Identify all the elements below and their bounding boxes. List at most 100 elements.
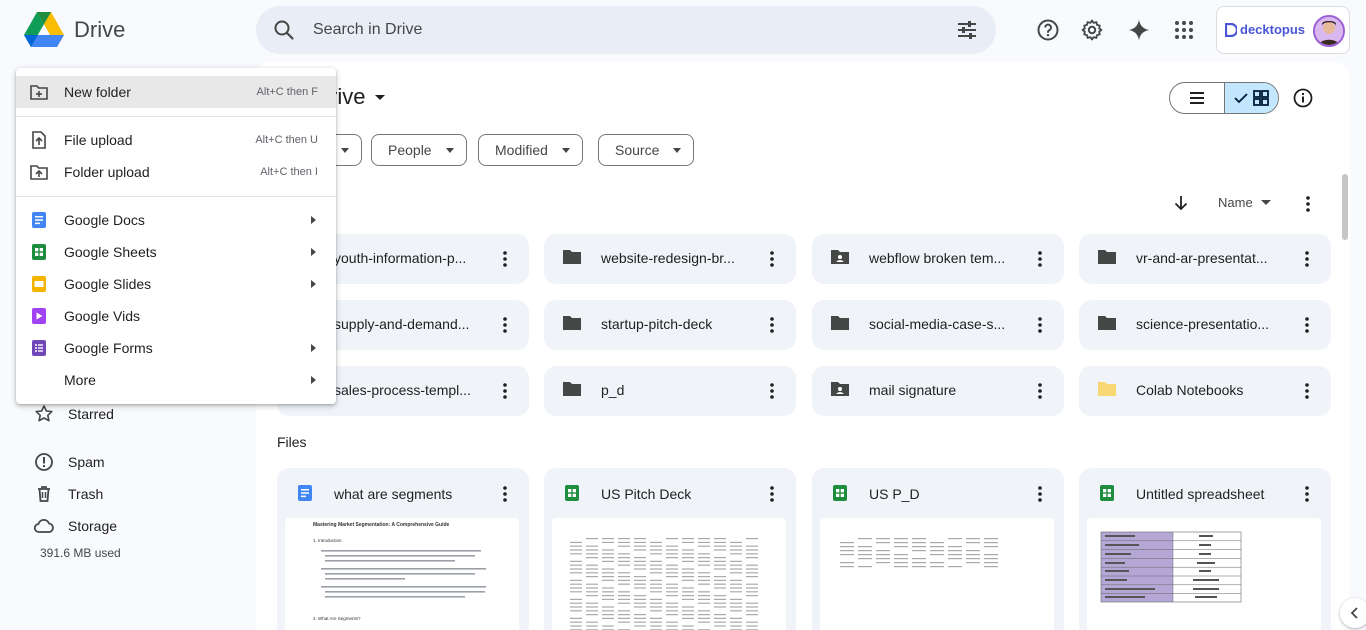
menu-item-google-sheets[interactable]: Google Sheets (16, 236, 336, 268)
account-switcher[interactable]: decktopus (1216, 6, 1350, 54)
more-vert-icon[interactable] (495, 249, 515, 274)
folder-name: website-redesign-br... (601, 250, 735, 266)
folder-name: startup-pitch-deck (601, 316, 713, 332)
file-thumbnail (820, 518, 1054, 630)
sparkle-icon (1128, 19, 1150, 41)
file-card[interactable]: US P_D (812, 468, 1064, 630)
scrollbar-thumb[interactable] (1342, 174, 1348, 240)
sidebar-item-starred[interactable]: Starred (32, 402, 114, 426)
file-name: US Pitch Deck (601, 486, 692, 502)
menu-item-google-vids[interactable]: Google Vids (16, 300, 336, 332)
chevron-down-icon (561, 147, 570, 153)
more-vert-icon[interactable] (1030, 315, 1050, 340)
folder-card[interactable]: social-media-case-s... (812, 300, 1064, 350)
filter-chip-people[interactable]: People (371, 134, 467, 166)
folder-card[interactable]: science-presentatio... (1079, 300, 1331, 350)
folder-name: p_d (601, 382, 625, 398)
folder-card[interactable]: vr-and-ar-presentat... (1079, 234, 1331, 284)
shared-folder-icon (830, 249, 850, 270)
sidebar-item-spam[interactable]: Spam (32, 450, 105, 474)
folder-card[interactable]: website-redesign-br... (544, 234, 796, 284)
folder-card[interactable]: webflow broken tem... (812, 234, 1064, 284)
menu-item-google-docs[interactable]: Google Docs (16, 204, 336, 236)
more-vert-icon[interactable] (495, 315, 515, 340)
folder-name: supply-and-demand... (334, 316, 470, 332)
chip-label: Modified (495, 142, 548, 158)
menu-item-shortcut: Alt+C then F (256, 86, 318, 98)
file-card[interactable]: Untitled spreadsheet (1079, 468, 1331, 630)
sidebar-item-storage[interactable]: Storage (32, 514, 117, 538)
more-vert-icon[interactable] (495, 484, 515, 509)
more-vert-icon[interactable] (495, 381, 515, 406)
folder-icon (562, 381, 582, 402)
gemini-button[interactable] (1123, 14, 1155, 46)
menu-item-new-folder[interactable]: New folder Alt+C then F (16, 76, 336, 108)
more-vert-icon[interactable] (762, 249, 782, 274)
more-vert-icon[interactable] (1297, 315, 1317, 340)
file-name: what are segments (334, 486, 453, 502)
chevron-down-icon (445, 147, 454, 153)
sort-by-button[interactable]: Name (1218, 195, 1271, 210)
settings-button[interactable] (1076, 14, 1108, 46)
grid-view-button[interactable] (1223, 83, 1278, 113)
more-vert-icon[interactable] (762, 484, 782, 509)
folder-name: mail signature (869, 382, 957, 398)
more-vert-icon[interactable] (1297, 381, 1317, 406)
folder-icon (830, 315, 850, 336)
side-panel-toggle-button[interactable] (1340, 598, 1366, 628)
more-vert-icon[interactable] (762, 381, 782, 406)
menu-item-label: Google Sheets (64, 244, 157, 260)
folder-name: sales-process-templ... (334, 382, 471, 398)
search-bar[interactable]: Search in Drive (256, 6, 996, 54)
sidebar-item-trash[interactable]: Trash (32, 482, 103, 506)
help-button[interactable] (1032, 14, 1064, 46)
files-section-label: Files (277, 434, 307, 450)
more-vert-icon[interactable] (762, 315, 782, 340)
menu-item-folder-upload[interactable]: Folder upload Alt+C then I (16, 156, 336, 188)
sort-direction-button[interactable] (1172, 194, 1190, 217)
menu-item-google-forms[interactable]: Google Forms (16, 332, 336, 364)
drive-logo[interactable]: Drive (24, 12, 125, 48)
file-thumbnail (1087, 518, 1321, 630)
filter-chip-modified[interactable]: Modified (478, 134, 583, 166)
folder-card[interactable]: mail signature (812, 366, 1064, 416)
folder-card[interactable]: Colab Notebooks (1079, 366, 1331, 416)
more-vert-icon[interactable] (1297, 484, 1317, 509)
file-card[interactable]: what are segments Mastering Market Segme… (277, 468, 529, 630)
shared-folder-icon (830, 381, 850, 402)
search-icon[interactable] (272, 18, 296, 42)
folder-card[interactable]: p_d (544, 366, 796, 416)
apps-button[interactable] (1168, 14, 1200, 46)
file-card[interactable]: US Pitch Deck (544, 468, 796, 630)
file-thumbnail (552, 518, 786, 630)
folder-icon (1097, 381, 1117, 402)
list-view-button[interactable] (1170, 83, 1224, 113)
google-slides-icon (30, 275, 48, 293)
folder-icon (1097, 249, 1117, 270)
page-title[interactable]: rive (330, 84, 386, 110)
folder-name: social-media-case-s... (869, 316, 1006, 332)
sidebar-item-label: Starred (68, 406, 114, 422)
app-header: Drive Search in Drive decktopus (0, 0, 1366, 62)
folder-card[interactable]: startup-pitch-deck (544, 300, 796, 350)
menu-item-label: New folder (64, 84, 131, 100)
search-options-icon[interactable] (956, 19, 978, 41)
submenu-arrow-icon (311, 216, 316, 224)
more-vert-icon[interactable] (1030, 381, 1050, 406)
menu-item-more[interactable]: More (16, 364, 336, 396)
google-sheets-icon (1099, 485, 1115, 506)
decktopus-logo: decktopus (1225, 22, 1305, 37)
more-vert-icon[interactable] (1297, 249, 1317, 274)
trash-icon (32, 482, 56, 506)
avatar[interactable] (1313, 15, 1345, 47)
sort-more-button[interactable] (1298, 194, 1318, 219)
folder-name: youth-information-p... (334, 250, 467, 266)
menu-item-google-slides[interactable]: Google Slides (16, 268, 336, 300)
info-button[interactable] (1291, 86, 1315, 115)
folder-name: webflow broken tem... (869, 250, 1006, 266)
more-vert-icon[interactable] (1030, 484, 1050, 509)
filter-chip-source[interactable]: Source (598, 134, 695, 166)
more-vert-icon[interactable] (1030, 249, 1050, 274)
menu-item-file-upload[interactable]: File upload Alt+C then U (16, 124, 336, 156)
google-forms-icon (30, 339, 48, 357)
